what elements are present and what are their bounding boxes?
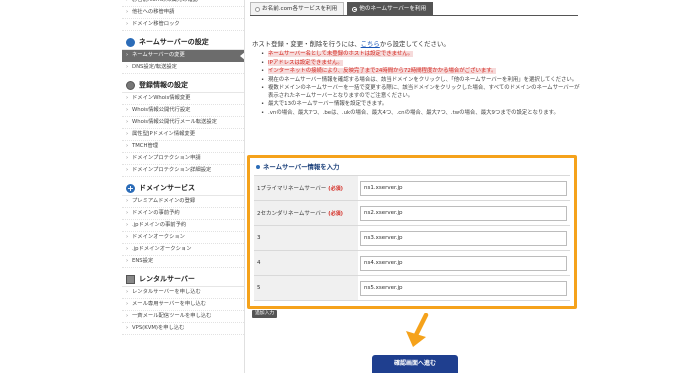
globe-icon bbox=[126, 37, 135, 47]
note-text: 複数ドメインのネームサーバーを一括で変更する際に、該当ドメインをクリックした場合… bbox=[268, 85, 580, 99]
note-item: 最大で13のネームサーバー情報を設定できます。 bbox=[260, 101, 580, 109]
nameserver-label: 3 bbox=[254, 225, 358, 251]
nameserver-cell bbox=[358, 176, 570, 201]
note-text: 現在のネームサーバー情報を確認する場合は、該当ドメインをクリックし、「他のネーム… bbox=[268, 76, 578, 83]
sidebar-section-heading: 登録情報の設定 bbox=[122, 78, 244, 93]
sidebar-link[interactable]: ドメインオークション bbox=[122, 232, 244, 244]
nameserver-input-4[interactable] bbox=[360, 255, 567, 271]
nameserver-form: ネームサーバー情報を入力 1プライマリネームサーバー(必須)2セカンダリネームサ… bbox=[247, 155, 577, 309]
nameserver-label-text: 3 bbox=[257, 235, 261, 241]
sidebar-link[interactable]: メール専用サーバーを申し込む bbox=[122, 299, 244, 311]
nameserver-label-text: 1プライマリネームサーバー bbox=[257, 186, 327, 192]
nameserver-cell bbox=[358, 226, 570, 251]
sidebar-section-title: ネームサーバーの設定 bbox=[139, 38, 209, 46]
sidebar-link[interactable]: ドメインプロテクション申請 bbox=[122, 153, 244, 165]
nameserver-label: 5 bbox=[254, 275, 358, 301]
nameserver-tabs: お名前.com各サービスを利用 他のネームサーバーを利用 bbox=[250, 2, 434, 15]
sidebar-section-title: ドメインサービス bbox=[139, 184, 195, 192]
nameserver-row: 2セカンダリネームサーバー (必須) bbox=[254, 200, 570, 226]
nameserver-label: 4 bbox=[254, 250, 358, 276]
sidebar-link[interactable]: DNS設定/転送設定 bbox=[122, 62, 244, 74]
form-title: ネームサーバー情報を入力 bbox=[263, 163, 340, 171]
sidebar-link[interactable]: ドメインの事前予約 bbox=[122, 208, 244, 220]
nameserver-label-text: 2セカンダリネームサーバー bbox=[257, 211, 327, 217]
sidebar-link[interactable]: 一斉メール配信ツールを申し込む bbox=[122, 311, 244, 323]
confirm-button[interactable]: 確認画面へ進む bbox=[372, 355, 458, 373]
radio-icon bbox=[352, 6, 358, 12]
tab-label: お名前.com各サービスを利用 bbox=[262, 6, 338, 12]
sidebar-link[interactable]: レンタルサーバーを申し込む bbox=[122, 287, 244, 299]
nameserver-label: 1プライマリネームサーバー (必須) bbox=[254, 175, 358, 201]
sidebar-link[interactable]: VPS(KVM)を申し込む bbox=[122, 323, 244, 335]
sidebar-link[interactable]: .jpドメインオークション bbox=[122, 244, 244, 256]
note-text: 最大で13のネームサーバー情報を設定できます。 bbox=[268, 101, 388, 107]
sidebar-link[interactable]: お名前.comの帰属先の確認 bbox=[122, 0, 244, 7]
sidebar-link[interactable]: TMCH管理 bbox=[122, 141, 244, 153]
sidebar-link[interactable]: 他社への移管申請 bbox=[122, 7, 244, 19]
bullet-icon bbox=[256, 165, 260, 169]
intro-text: ホスト登録・変更・削除を行うには、こちらから設定してください。 bbox=[252, 39, 450, 48]
note-text: インターネットの接続により、反映完了まで24時間から72時間程度かかる場合がござ… bbox=[268, 68, 497, 74]
required-badge: (必須) bbox=[328, 211, 343, 217]
notes-list: ネームサーバー名として未登録のホストは設定できません。 IPアドレスは設定できませ… bbox=[260, 51, 580, 118]
sidebar-section-title: 登録情報の設定 bbox=[139, 81, 188, 89]
nameserver-cell bbox=[358, 251, 570, 276]
sidebar-link[interactable]: ドメイン移管ロック bbox=[122, 19, 244, 31]
sidebar-section-title: レンタルサーバー bbox=[139, 275, 195, 283]
tab-divider bbox=[250, 15, 578, 16]
note-text: .vnの場合、最大7つ、.beは、.ukの場合、最大4つ、.cnの場合、最大7つ… bbox=[268, 109, 559, 116]
nameserver-row: 3 bbox=[254, 225, 570, 251]
sidebar-link[interactable]: ENS設定 bbox=[122, 256, 244, 268]
note-item: IPアドレスは設定できません。 bbox=[260, 59, 580, 68]
intro-text-after: から設定してください。 bbox=[379, 40, 450, 48]
nameserver-input-3[interactable] bbox=[360, 230, 567, 246]
tab-onamae-services[interactable]: お名前.com各サービスを利用 bbox=[250, 2, 345, 15]
note-text: ネームサーバー名として未登録のホストは設定できません。 bbox=[268, 51, 414, 57]
disk-icon bbox=[126, 80, 135, 90]
plus-icon: + bbox=[126, 183, 135, 193]
tab-label: 他のネームサーバーを利用 bbox=[359, 6, 427, 12]
nameserver-cell bbox=[358, 276, 570, 301]
nameserver-input-2[interactable] bbox=[360, 205, 567, 221]
note-item: 複数ドメインのネームサーバーを一括で変更する際に、該当ドメインをクリックした場合… bbox=[260, 85, 580, 100]
sidebar-link[interactable]: .jpドメインの事前予約 bbox=[122, 220, 244, 232]
nameserver-label: 2セカンダリネームサーバー (必須) bbox=[254, 200, 358, 226]
required-badge: (必須) bbox=[328, 186, 343, 192]
sidebar-section-heading: + ドメインサービス bbox=[122, 181, 244, 196]
server-icon bbox=[126, 274, 135, 284]
sidebar-link[interactable]: Whois情報公開代行メール転送設定 bbox=[122, 117, 244, 129]
nameserver-row: 5 bbox=[254, 275, 570, 301]
sidebar-link[interactable]: 属性型JPドメイン情報変更 bbox=[122, 129, 244, 141]
sidebar-link[interactable]: ドメインプロテクション詳細設定 bbox=[122, 165, 244, 177]
nameserver-input-1[interactable] bbox=[360, 180, 567, 196]
note-item: 現在のネームサーバー情報を確認する場合は、該当ドメインをクリックし、「他のネーム… bbox=[260, 77, 580, 85]
arrow-down-icon bbox=[406, 313, 429, 347]
note-item: ネームサーバー名として未登録のホストは設定できません。 bbox=[260, 51, 580, 59]
sidebar-link[interactable]: ドメインWhois情報変更 bbox=[122, 93, 244, 105]
form-heading: ネームサーバー情報を入力 bbox=[250, 161, 574, 173]
add-input-button[interactable]: 追加入力 bbox=[252, 310, 278, 318]
sidebar-link[interactable]: プレミアムドメインの登録 bbox=[122, 196, 244, 208]
nameserver-label-text: 5 bbox=[257, 285, 261, 291]
sidebar-section-heading: ネームサーバーの設定 bbox=[122, 35, 244, 50]
note-text: IPアドレスは設定できません。 bbox=[268, 59, 343, 66]
nameserver-input-5[interactable] bbox=[360, 280, 567, 296]
intro-text-before: ホスト登録・変更・削除を行うには、 bbox=[252, 40, 361, 48]
tab-other-nameserver[interactable]: 他のネームサーバーを利用 bbox=[347, 2, 434, 15]
note-item: インターネットの接続により、反映完了まで24時間から72時間程度かかる場合がござ… bbox=[260, 68, 580, 76]
nameserver-row: 1プライマリネームサーバー (必須) bbox=[254, 175, 570, 201]
sidebar-link[interactable]: Whois情報公開代行設定 bbox=[122, 105, 244, 117]
sidebar-section-heading: レンタルサーバー bbox=[122, 272, 244, 287]
nameserver-label-text: 4 bbox=[257, 260, 261, 266]
nameserver-row: 4 bbox=[254, 250, 570, 276]
sidebar: お名前.comの帰属先の確認他社への移管申請ドメイン移管ロックネームサーバーの設… bbox=[122, 0, 245, 373]
nameserver-cell bbox=[358, 201, 570, 226]
host-settings-link[interactable]: こちら bbox=[361, 40, 380, 48]
nameserver-table: 1プライマリネームサーバー(必須)2セカンダリネームサーバー(必須)345 bbox=[254, 175, 570, 301]
radio-icon bbox=[255, 6, 260, 12]
note-item: .vnの場合、最大7つ、.beは、.ukの場合、最大4つ、.cnの場合、最大7つ… bbox=[260, 110, 580, 118]
sidebar-link[interactable]: ネームサーバーの変更 bbox=[122, 50, 244, 62]
